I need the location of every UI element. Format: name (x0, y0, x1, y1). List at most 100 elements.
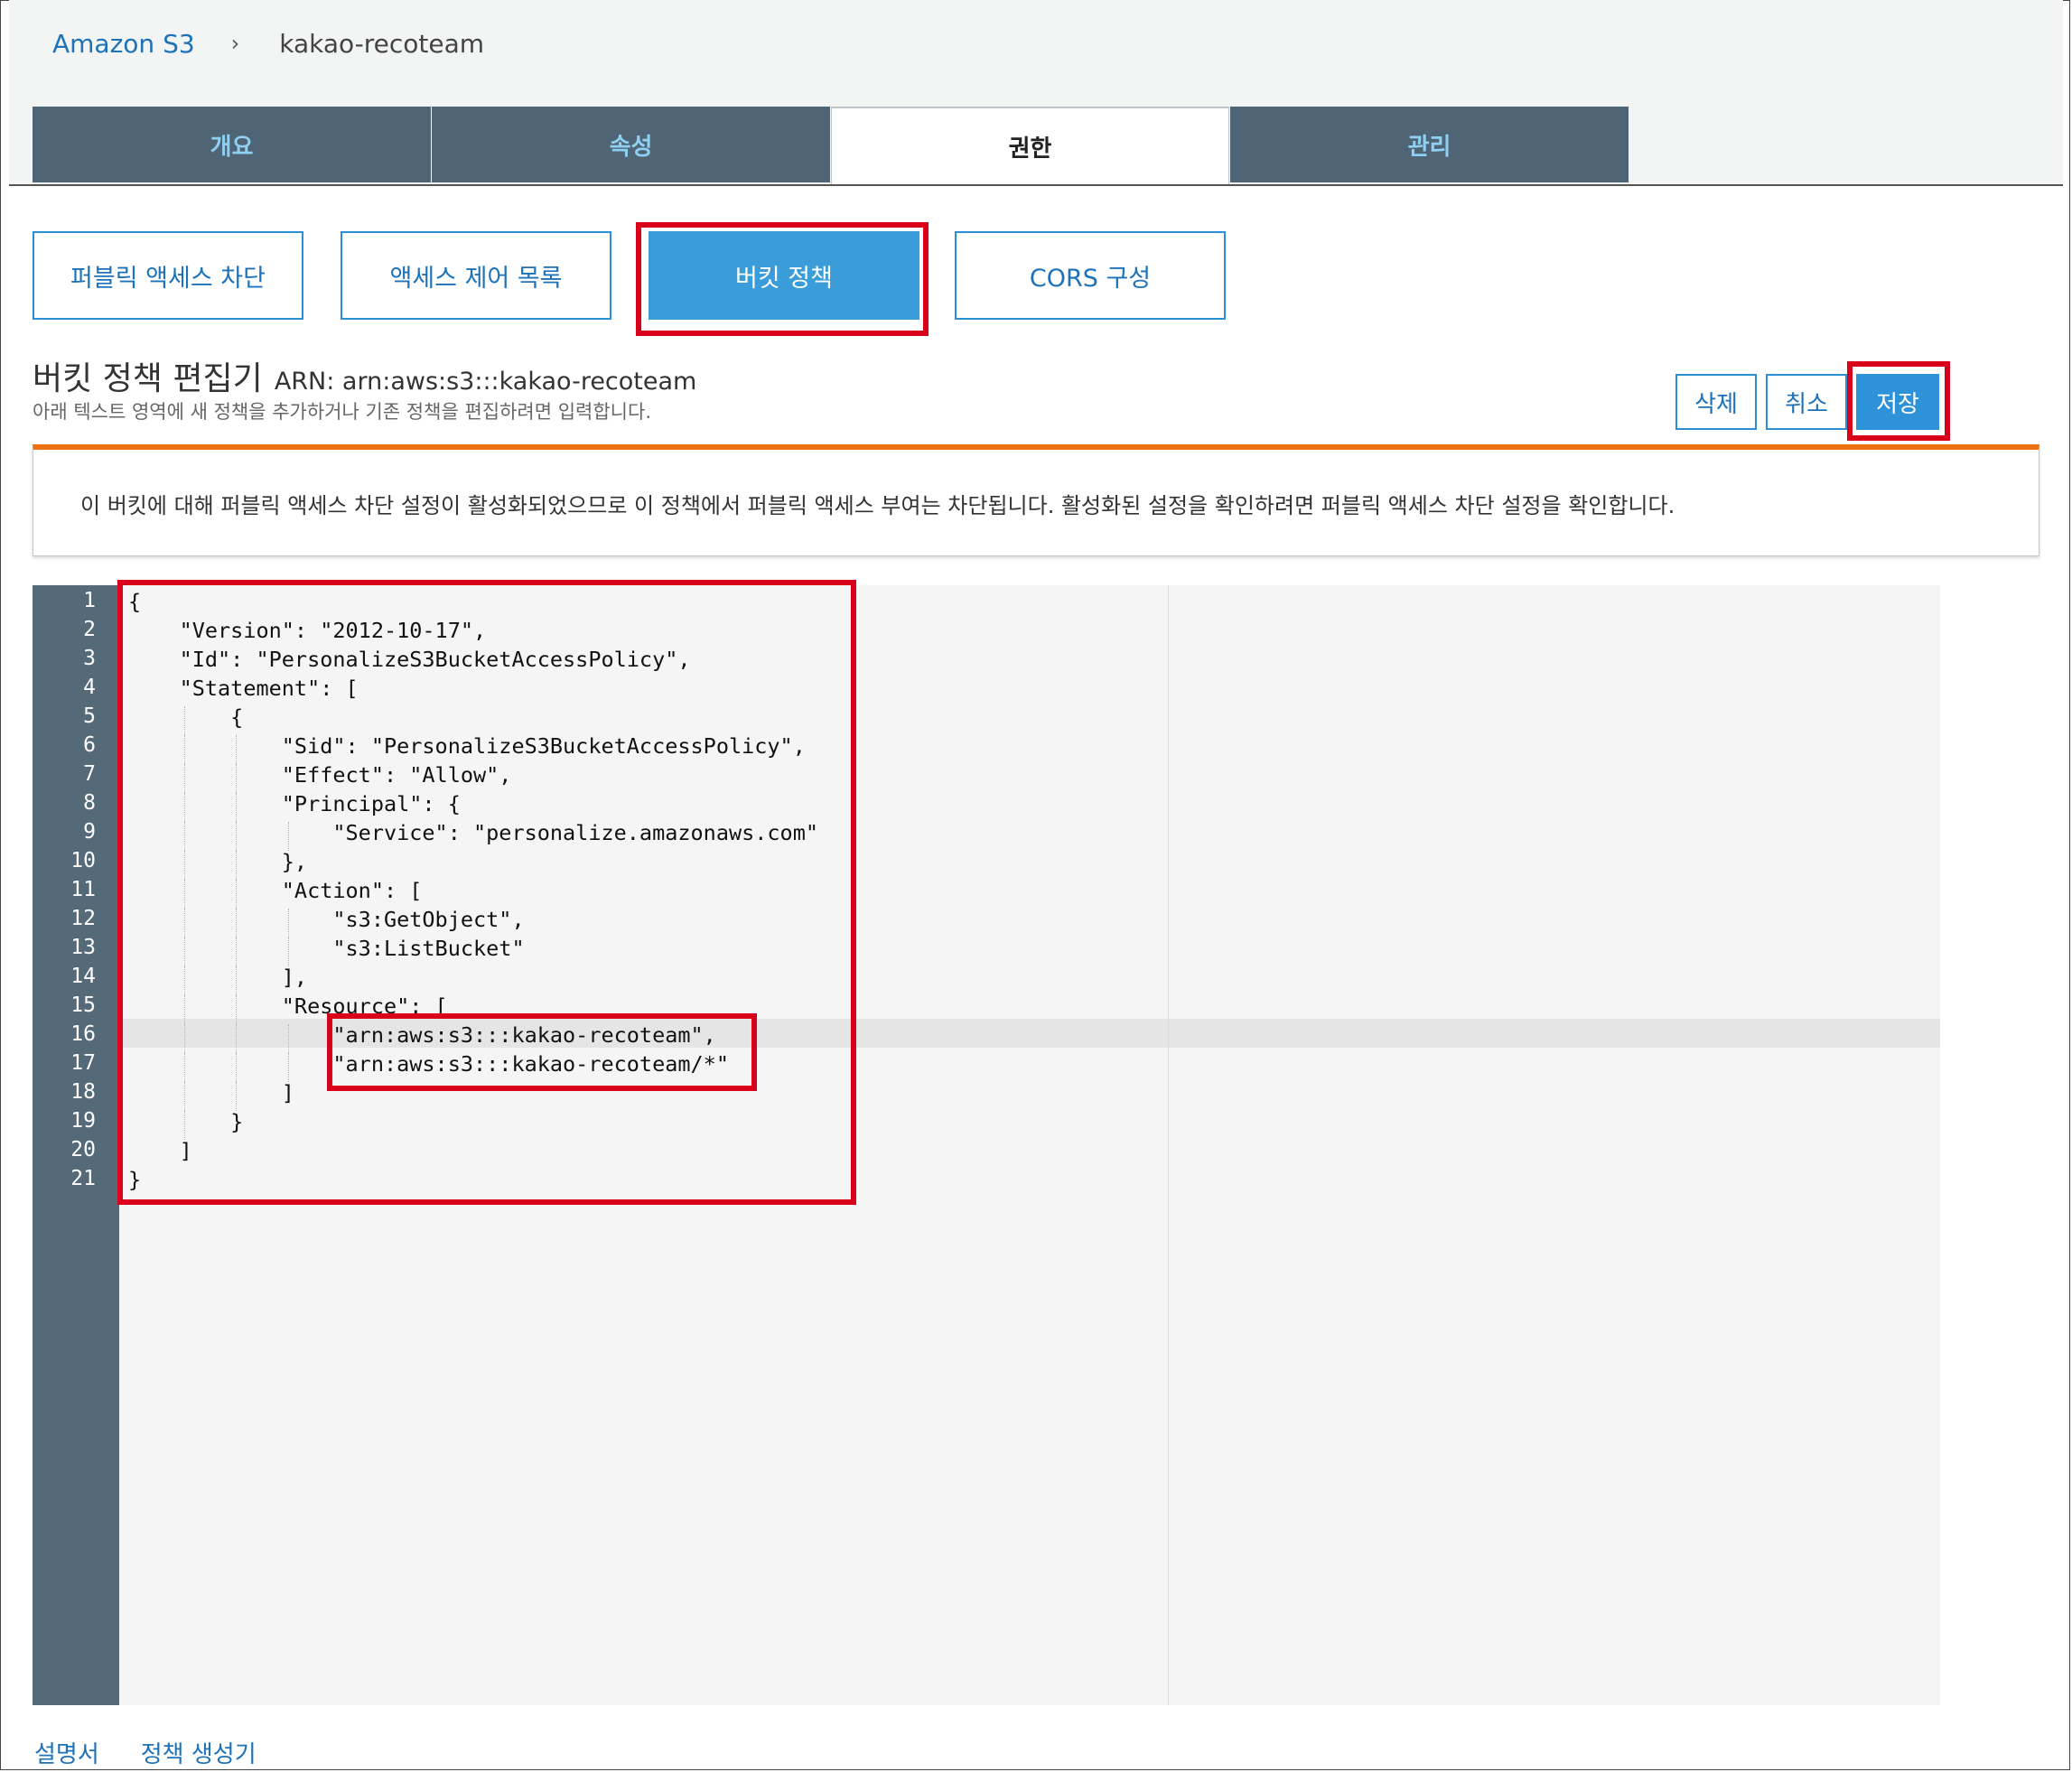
notice-text: 이 버킷에 대해 퍼블릭 액세스 차단 설정이 활성화되었으므로 이 정책에서 … (80, 493, 1675, 518)
line-number: 15 (70, 993, 96, 1017)
indent-guide (183, 1082, 185, 1111)
code-line[interactable]: }, (128, 849, 307, 874)
subtab-block-public-access[interactable]: 퍼블릭 액세스 차단 (33, 231, 303, 320)
line-number: 13 (70, 936, 96, 959)
policy-code-editor[interactable]: 1 2 3 4 5 6 7 8 9 10 11 12 13 14 15 16 17 18 19 20 21 { "Ver… (33, 585, 1940, 1705)
code-line[interactable]: } (128, 1109, 243, 1134)
indent-guide (183, 937, 185, 966)
indent-guide (236, 966, 238, 995)
line-number: 4 (83, 676, 96, 699)
indent-guide (183, 706, 185, 735)
indent-guide (236, 822, 238, 851)
indent-guide (287, 822, 289, 851)
main-tabs: 개요 속성 권한 관리 (33, 107, 1629, 184)
line-number: 14 (70, 965, 96, 988)
line-number: 16 (70, 1022, 96, 1046)
indent-guide (287, 937, 289, 966)
code-line[interactable]: "Principal": { (128, 791, 461, 816)
code-line[interactable]: ], (128, 965, 307, 990)
subtab-bucket-policy[interactable]: 버킷 정책 (649, 231, 919, 320)
print-margin (1168, 585, 1169, 1705)
indent-guide (287, 909, 289, 937)
policy-generator-link[interactable]: 정책 생성기 (141, 1736, 257, 1769)
indent-guide (183, 880, 185, 909)
code-line[interactable]: "Id": "PersonalizeS3BucketAccessPolicy", (128, 647, 691, 672)
indent-guide (236, 851, 238, 880)
code-line[interactable]: "Effect": "Allow", (128, 762, 512, 788)
code-line[interactable]: "Service": "personalize.amazonaws.com" (128, 820, 818, 845)
code-line[interactable]: "s3:ListBucket" (128, 936, 524, 961)
line-number: 8 (83, 791, 96, 815)
indent-guide (183, 735, 185, 764)
code-line[interactable]: "arn:aws:s3:::kakao-recoteam", (128, 1022, 715, 1048)
line-number-gutter: 1 2 3 4 5 6 7 8 9 10 11 12 13 14 15 16 17 18 19 20 21 (33, 585, 119, 1705)
indent-guide (183, 995, 185, 1024)
indent-guide (287, 1053, 289, 1082)
breadcrumb: Amazon S3 › kakao-recoteam (52, 25, 484, 61)
subtab-access-control-list[interactable]: 액세스 제어 목록 (341, 231, 611, 320)
code-line[interactable]: ] (128, 1138, 192, 1163)
code-line[interactable]: "Action": [ (128, 878, 423, 903)
line-number: 5 (83, 704, 96, 728)
tab-overview[interactable]: 개요 (33, 107, 431, 182)
code-line[interactable]: ] (128, 1080, 294, 1105)
code-line[interactable]: "arn:aws:s3:::kakao-recoteam/*" (128, 1051, 729, 1077)
public-access-notice: 이 버킷에 대해 퍼블릭 액세스 차단 설정이 활성화되었으므로 이 정책에서 … (33, 444, 2039, 556)
indent-guide (183, 1053, 185, 1082)
indent-guide (183, 1024, 185, 1053)
delete-button[interactable]: 삭제 (1675, 374, 1757, 430)
code-line[interactable]: "Resource": [ (128, 993, 448, 1019)
code-line[interactable]: "Sid": "PersonalizeS3BucketAccessPolicy"… (128, 733, 806, 759)
indent-guide (183, 909, 185, 937)
indent-guide (236, 1053, 238, 1082)
breadcrumb-current: kakao-recoteam (279, 28, 485, 59)
line-number: 11 (70, 878, 96, 901)
indent-guide (287, 1024, 289, 1053)
indent-guide (236, 735, 238, 764)
line-number: 6 (83, 733, 96, 757)
chevron-right-icon: › (230, 31, 240, 56)
editor-heading: 버킷 정책 편집기 (33, 360, 263, 397)
line-number: 18 (70, 1080, 96, 1104)
cancel-button[interactable]: 취소 (1766, 374, 1847, 430)
indent-guide (183, 764, 185, 793)
footer-links: 설명서 정책 생성기 (34, 1736, 257, 1769)
code-line[interactable]: { (128, 704, 243, 730)
indent-guide (183, 793, 185, 822)
indent-guide (236, 1082, 238, 1111)
indent-guide (236, 764, 238, 793)
line-number: 10 (70, 849, 96, 872)
line-number: 21 (70, 1167, 96, 1190)
indent-guide (183, 822, 185, 851)
indent-guide (183, 1111, 185, 1140)
code-line[interactable]: "Statement": [ (128, 676, 359, 701)
editor-title: 버킷 정책 편집기 ARN: arn:aws:s3:::kakao-recote… (33, 352, 696, 399)
indent-guide (183, 966, 185, 995)
bucket-arn: ARN: arn:aws:s3:::kakao-recoteam (274, 368, 697, 396)
line-number: 9 (83, 820, 96, 844)
line-number: 12 (70, 907, 96, 930)
tab-permissions[interactable]: 권한 (831, 107, 1229, 184)
editor-description: 아래 텍스트 영역에 새 정책을 추가하거나 기존 정책을 편집하려면 입력합니… (33, 401, 651, 423)
subtab-cors-configuration[interactable]: CORS 구성 (955, 231, 1226, 320)
indent-guide (236, 1024, 238, 1053)
code-line[interactable]: { (128, 589, 141, 614)
code-line[interactable]: "s3:GetObject", (128, 907, 524, 932)
documentation-link[interactable]: 설명서 (34, 1736, 99, 1769)
line-number: 2 (83, 618, 96, 641)
line-number: 17 (70, 1051, 96, 1075)
indent-guide (236, 937, 238, 966)
save-button[interactable]: 저장 (1856, 374, 1939, 430)
tabs-divider (9, 184, 2063, 186)
line-number: 19 (70, 1109, 96, 1133)
line-number: 3 (83, 647, 96, 670)
code-line[interactable]: "Version": "2012-10-17", (128, 618, 487, 643)
indent-guide (236, 880, 238, 909)
tab-management[interactable]: 관리 (1230, 107, 1629, 182)
indent-guide (183, 851, 185, 880)
tab-properties[interactable]: 속성 (432, 107, 830, 182)
line-number: 1 (83, 589, 96, 612)
indent-guide (236, 909, 238, 937)
breadcrumb-root-link[interactable]: Amazon S3 (52, 29, 195, 59)
code-line[interactable]: } (128, 1167, 141, 1192)
